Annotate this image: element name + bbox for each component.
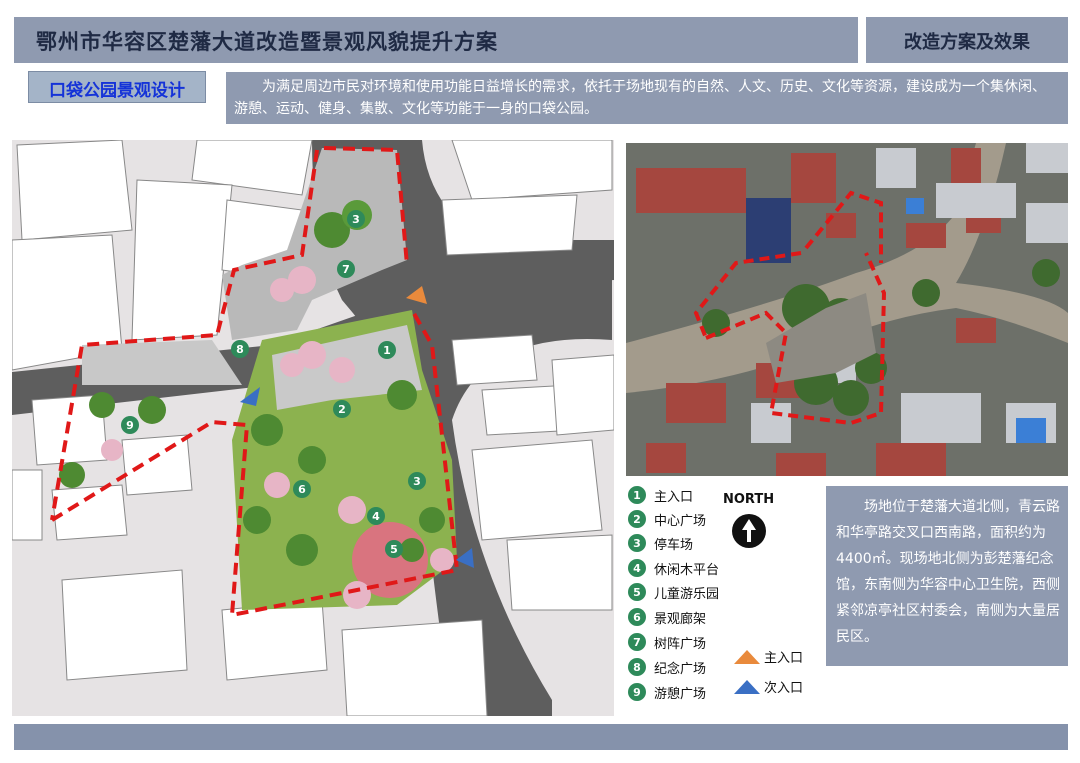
title-bar: 鄂州市华容区楚藩大道改造暨景观风貌提升方案 bbox=[14, 17, 858, 63]
subsection-title: 口袋公园景观设计 bbox=[49, 81, 185, 101]
marker-2: 2 bbox=[333, 400, 351, 418]
legend-num: 4 bbox=[628, 559, 646, 577]
marker-7: 7 bbox=[337, 260, 355, 278]
aerial-blue-roof-2 bbox=[1016, 418, 1046, 443]
legend-item: 9 游憩广场 bbox=[628, 681, 706, 703]
section-title: 改造方案及效果 bbox=[904, 32, 1030, 53]
aerial-photo bbox=[626, 143, 1068, 476]
aerial-blue-roof bbox=[746, 198, 791, 263]
legend-label: 儿童游乐园 bbox=[654, 586, 720, 602]
section-header: 改造方案及效果 bbox=[866, 17, 1068, 63]
legend-label: 中心广场 bbox=[654, 513, 707, 529]
legend-label: 主入口 bbox=[654, 489, 694, 505]
main-entrance-legend: 主入口 bbox=[734, 647, 803, 666]
aerial-photo-drawing bbox=[626, 143, 1068, 476]
secondary-entrance-label: 次入口 bbox=[764, 681, 804, 696]
marker-4: 4 bbox=[367, 507, 385, 525]
legend-item: 8 纪念广场 bbox=[628, 656, 706, 678]
legend-num: 3 bbox=[628, 534, 646, 552]
marker-3: 3 bbox=[347, 210, 365, 228]
legend-item: 3 停车场 bbox=[628, 532, 693, 554]
legend-item: 4 休闲木平台 bbox=[628, 557, 719, 579]
footer-bar bbox=[14, 724, 1068, 750]
legend-num: 7 bbox=[628, 633, 646, 651]
legend-label: 停车场 bbox=[654, 537, 694, 553]
plaza-memorial bbox=[82, 340, 242, 385]
marker-8: 8 bbox=[231, 340, 249, 358]
legend-item: 2 中心广场 bbox=[628, 508, 706, 530]
main-entrance-icon bbox=[734, 649, 760, 664]
legend-item: 1 主入口 bbox=[628, 484, 693, 506]
legend-num: 9 bbox=[628, 683, 646, 701]
secondary-entrance-legend: 次入口 bbox=[734, 677, 803, 696]
legend-item: 7 树阵广场 bbox=[628, 631, 706, 653]
legend-label: 游憩广场 bbox=[654, 686, 707, 702]
legend-num: 6 bbox=[628, 608, 646, 626]
north-arrow-icon bbox=[731, 513, 767, 549]
legend-label: 树阵广场 bbox=[654, 636, 707, 652]
legend-num: 8 bbox=[628, 658, 646, 676]
site-plan: 1 2 3 3 4 5 6 7 8 9 bbox=[12, 140, 614, 716]
north-label: NORTH bbox=[723, 492, 775, 507]
marker-3b: 3 bbox=[408, 472, 426, 490]
legend-label: 纪念广场 bbox=[654, 661, 707, 677]
site-description-box: 场地位于楚藩大道北侧，青云路和华亭路交叉口西南路，面积约为4400㎡。现场地北侧… bbox=[826, 486, 1068, 666]
marker-9: 9 bbox=[121, 416, 139, 434]
legend-num: 2 bbox=[628, 510, 646, 528]
intro-text: 为满足周边市民对环境和使用功能日益增长的需求，依托于场地现有的自然、人文、历史、… bbox=[234, 79, 1046, 117]
aerial-small-blue-roof bbox=[906, 198, 924, 214]
marker-6: 6 bbox=[293, 480, 311, 498]
legend-num: 1 bbox=[628, 486, 646, 504]
marker-5: 5 bbox=[385, 540, 403, 558]
main-entrance-label: 主入口 bbox=[764, 651, 804, 666]
legend-label: 景观廊架 bbox=[654, 611, 707, 627]
site-plan-drawing bbox=[12, 140, 614, 716]
legend-item: 6 景观廊架 bbox=[628, 606, 706, 628]
intro-box: 为满足周边市民对环境和使用功能日益增长的需求，依托于场地现有的自然、人文、历史、… bbox=[226, 72, 1068, 124]
site-description: 场地位于楚藩大道北侧，青云路和华亭路交叉口西南路，面积约为4400㎡。现场地北侧… bbox=[836, 499, 1060, 645]
legend-num: 5 bbox=[628, 583, 646, 601]
legend-item: 5 儿童游乐园 bbox=[628, 581, 719, 603]
marker-1: 1 bbox=[378, 341, 396, 359]
page-title: 鄂州市华容区楚藩大道改造暨景观风貌提升方案 bbox=[36, 30, 498, 54]
secondary-entrance-icon bbox=[734, 679, 760, 694]
legend-label: 休闲木平台 bbox=[654, 562, 720, 578]
subsection-tag: 口袋公园景观设计 bbox=[28, 71, 206, 103]
